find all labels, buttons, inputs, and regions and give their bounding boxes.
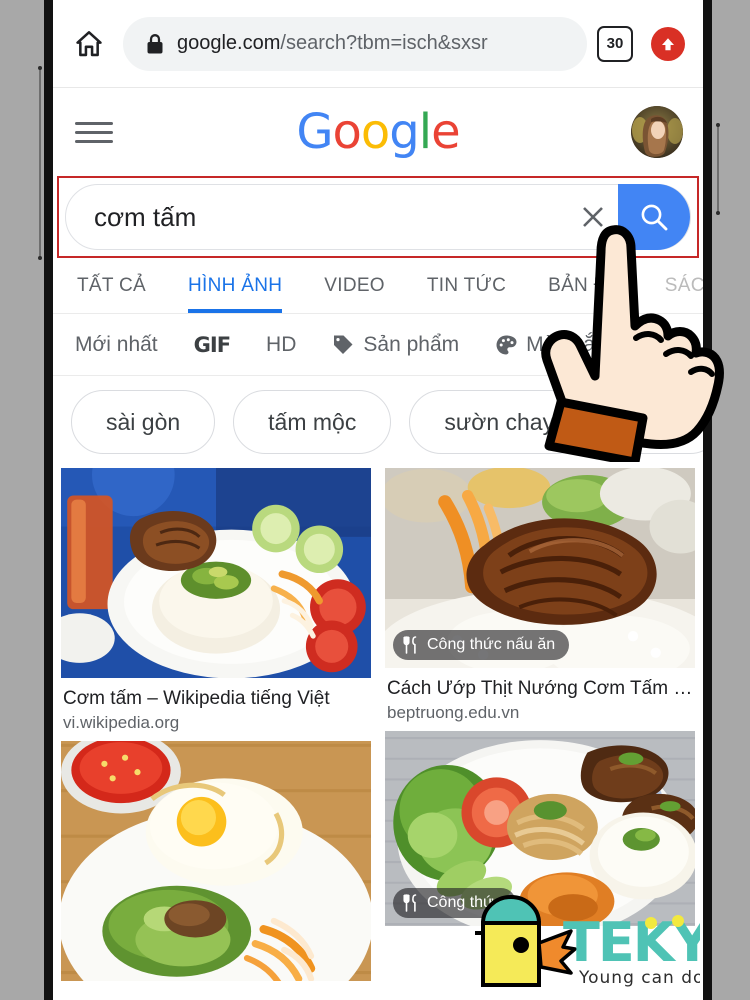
tab-counter-button[interactable]: 30 xyxy=(597,25,633,62)
result-card[interactable]: Công thức nấu ăn Cách Ướp Thịt Nướng Cơm… xyxy=(385,468,695,723)
url-bar[interactable]: google.com/search?tbm=isch&sxsr xyxy=(123,16,587,71)
tab-ban-do[interactable]: BẢN ĐỒ xyxy=(548,275,623,313)
result-title[interactable]: Cơm tấm – Wikipedia tiếng Việt xyxy=(63,688,369,710)
result-card[interactable]: Công thức xyxy=(385,731,695,926)
phone-screenshot: google.com/search?tbm=isch&sxsr 30 Googl… xyxy=(0,0,750,1000)
result-domain: vi.wikipedia.org xyxy=(63,713,180,732)
filter-gif[interactable]: GIF xyxy=(193,332,231,357)
image-results-grid: Cơm tấm – Wikipedia tiếng Việt vi.wikipe… xyxy=(53,468,703,989)
search-annotation-box: cơm tấm xyxy=(57,176,699,258)
filter-mau-sac[interactable]: Màu sắc xyxy=(495,332,606,357)
filter-loai-label: Loại xyxy=(641,332,682,356)
result-thumbnail[interactable] xyxy=(61,468,371,678)
filter-hd[interactable]: HD xyxy=(266,333,296,357)
phone-bezel-left xyxy=(44,0,53,1000)
chip-suon-chay[interactable]: sườn chay xyxy=(409,390,590,454)
up-arrow-icon xyxy=(662,37,674,50)
google-logo: Google xyxy=(296,104,460,160)
result-title[interactable]: Cách Ướp Thịt Nướng Cơm Tấm M… xyxy=(387,678,693,700)
power-button xyxy=(716,123,720,215)
search-tabs: TẤT CẢ HÌNH ẢNH VIDEO TIN TỨC BẢN ĐỒ SÁC… xyxy=(53,258,703,314)
filter-gif-label: GIF xyxy=(193,332,231,357)
results-column-left: Cơm tấm – Wikipedia tiếng Việt vi.wikipe… xyxy=(61,468,371,989)
cutlery-icon xyxy=(403,636,419,654)
results-column-right: Công thức nấu ăn Cách Ướp Thịt Nướng Cơm… xyxy=(385,468,695,989)
related-searches-row: sài gòn tấm mộc sườn chay food bì xyxy=(53,376,703,468)
phone-bezel-right xyxy=(703,0,712,1000)
chip-food[interactable]: food xyxy=(607,390,703,454)
lock-icon xyxy=(145,32,165,56)
cutlery-icon xyxy=(403,894,419,912)
filter-san-pham[interactable]: Sản phẩm xyxy=(332,333,459,357)
close-icon[interactable] xyxy=(572,196,614,238)
filter-moi-nhat-label: Mới nhất xyxy=(75,332,158,356)
tab-tin-tuc[interactable]: TIN TỨC xyxy=(427,275,506,313)
recipe-badge: Công thức xyxy=(393,888,516,918)
result-card[interactable] xyxy=(61,741,371,981)
phone-screen: google.com/search?tbm=isch&sxsr 30 Googl… xyxy=(53,0,703,1000)
tab-sach[interactable]: SÁCH xyxy=(665,275,703,313)
palette-icon xyxy=(495,334,517,356)
filter-loai[interactable]: Loại xyxy=(642,333,682,357)
filter-hd-label: HD xyxy=(266,332,297,356)
search-box[interactable]: cơm tấm xyxy=(65,184,691,250)
search-button[interactable] xyxy=(618,184,690,250)
result-thumbnail[interactable]: Công thức xyxy=(385,731,695,926)
url-text: google.com/search?tbm=isch&sxsr xyxy=(177,32,488,55)
result-thumbnail[interactable] xyxy=(61,741,371,981)
result-domain: beptruong.edu.vn xyxy=(387,703,520,722)
tab-counter-value: 30 xyxy=(606,35,624,52)
chip-tam-moc[interactable]: tấm mộc xyxy=(233,390,392,454)
result-thumbnail[interactable]: Công thức nấu ăn xyxy=(385,468,695,668)
browser-toolbar: google.com/search?tbm=isch&sxsr 30 xyxy=(53,0,703,88)
hamburger-icon[interactable] xyxy=(75,116,113,149)
google-header: Google xyxy=(53,88,703,176)
url-domain: google.com xyxy=(177,32,281,54)
tab-tat-ca[interactable]: TẤT CẢ xyxy=(77,275,146,313)
search-input[interactable]: cơm tấm xyxy=(94,202,572,233)
search-icon xyxy=(641,204,668,231)
filter-san-pham-label: Sản phẩm xyxy=(363,332,460,356)
url-path: /search?tbm=isch&sxsr xyxy=(280,32,488,54)
volume-button xyxy=(38,66,42,260)
account-avatar[interactable] xyxy=(631,106,683,158)
tab-hinh-anh[interactable]: HÌNH ẢNH xyxy=(188,275,283,313)
filter-moi-nhat[interactable]: Mới nhất xyxy=(75,333,158,357)
update-button[interactable] xyxy=(651,26,685,61)
home-icon[interactable] xyxy=(69,24,109,64)
filter-row: Mới nhất GIF HD Sản phẩm Màu sắc Loại xyxy=(53,314,703,376)
result-card[interactable]: Cơm tấm – Wikipedia tiếng Việt vi.wikipe… xyxy=(61,468,371,733)
recipe-badge: Công thức nấu ăn xyxy=(393,630,570,660)
filter-mau-sac-label: Màu sắc xyxy=(526,332,606,356)
tab-video[interactable]: VIDEO xyxy=(324,275,385,313)
recipe-badge-label: Công thức nấu ăn xyxy=(427,636,556,653)
recipe-badge-label: Công thức xyxy=(427,894,502,911)
tag-icon xyxy=(332,334,354,356)
chip-sai-gon[interactable]: sài gòn xyxy=(71,390,216,454)
